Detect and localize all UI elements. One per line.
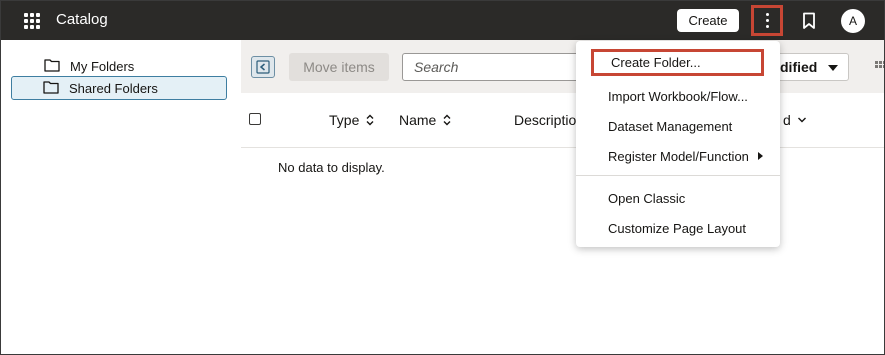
caret-right-icon [758, 152, 763, 160]
move-items-button[interactable]: Move items [289, 53, 389, 81]
search-input[interactable] [402, 53, 602, 81]
sidebar-item-label: My Folders [70, 59, 135, 74]
avatar[interactable]: A [841, 9, 865, 33]
empty-state-message: No data to display. [278, 160, 385, 175]
collapse-sidebar-button[interactable] [251, 56, 275, 78]
menu-item-customize-layout[interactable]: Customize Page Layout [576, 214, 780, 242]
column-label: Type [329, 112, 360, 128]
create-button[interactable]: Create [677, 9, 739, 32]
sidebar-item-shared-folders[interactable]: Shared Folders [11, 76, 227, 100]
sort-icon [443, 114, 451, 126]
column-name[interactable]: Name [399, 112, 452, 128]
sort-icon [366, 114, 374, 126]
sort-select[interactable]: dified [773, 53, 849, 81]
more-actions-menu: Create Folder... Import Workbook/Flow...… [576, 41, 780, 247]
menu-item-label: Register Model/Function [608, 148, 749, 164]
menu-item-import-workbook[interactable]: Import Workbook/Flow... [576, 82, 780, 110]
column-description[interactable]: Description [514, 112, 584, 128]
folder-sidebar: My Folders Shared Folders [1, 40, 240, 354]
chevron-left-icon [256, 60, 270, 74]
sidebar-item-label: Shared Folders [69, 81, 158, 96]
table-header: Type Name Description d [241, 93, 884, 148]
page-title: Catalog [56, 11, 108, 28]
more-actions-button[interactable] [751, 5, 783, 36]
grid-view-icon[interactable] [875, 61, 884, 68]
content-toolbar: Move items dified [241, 40, 884, 93]
kebab-menu-icon [765, 13, 769, 16]
apps-grid-icon[interactable] [24, 13, 40, 29]
menu-item-dataset-management[interactable]: Dataset Management [576, 112, 780, 140]
sidebar-item-my-folders[interactable]: My Folders [11, 54, 227, 78]
folder-icon [43, 81, 59, 94]
folder-icon [44, 59, 60, 72]
column-label: d [783, 112, 791, 128]
header-bar: Catalog Create A [1, 1, 884, 40]
menu-item-create-folder[interactable]: Create Folder... [591, 49, 764, 76]
column-type[interactable]: Type [329, 112, 375, 128]
sort-select-value: dified [780, 59, 818, 75]
column-modified[interactable]: d [783, 112, 807, 128]
select-all-checkbox[interactable] [249, 113, 261, 125]
caret-down-icon [828, 65, 838, 71]
menu-item-open-classic[interactable]: Open Classic [576, 184, 780, 212]
column-label: Description [514, 112, 585, 128]
catalog-window: Catalog Create A My Folders Shared Folde… [0, 0, 885, 355]
menu-item-register-model[interactable]: Register Model/Function [576, 142, 780, 170]
chevron-down-icon [797, 117, 806, 123]
bookmark-icon[interactable] [801, 12, 817, 30]
column-label: Name [399, 112, 437, 128]
menu-divider [576, 175, 780, 176]
